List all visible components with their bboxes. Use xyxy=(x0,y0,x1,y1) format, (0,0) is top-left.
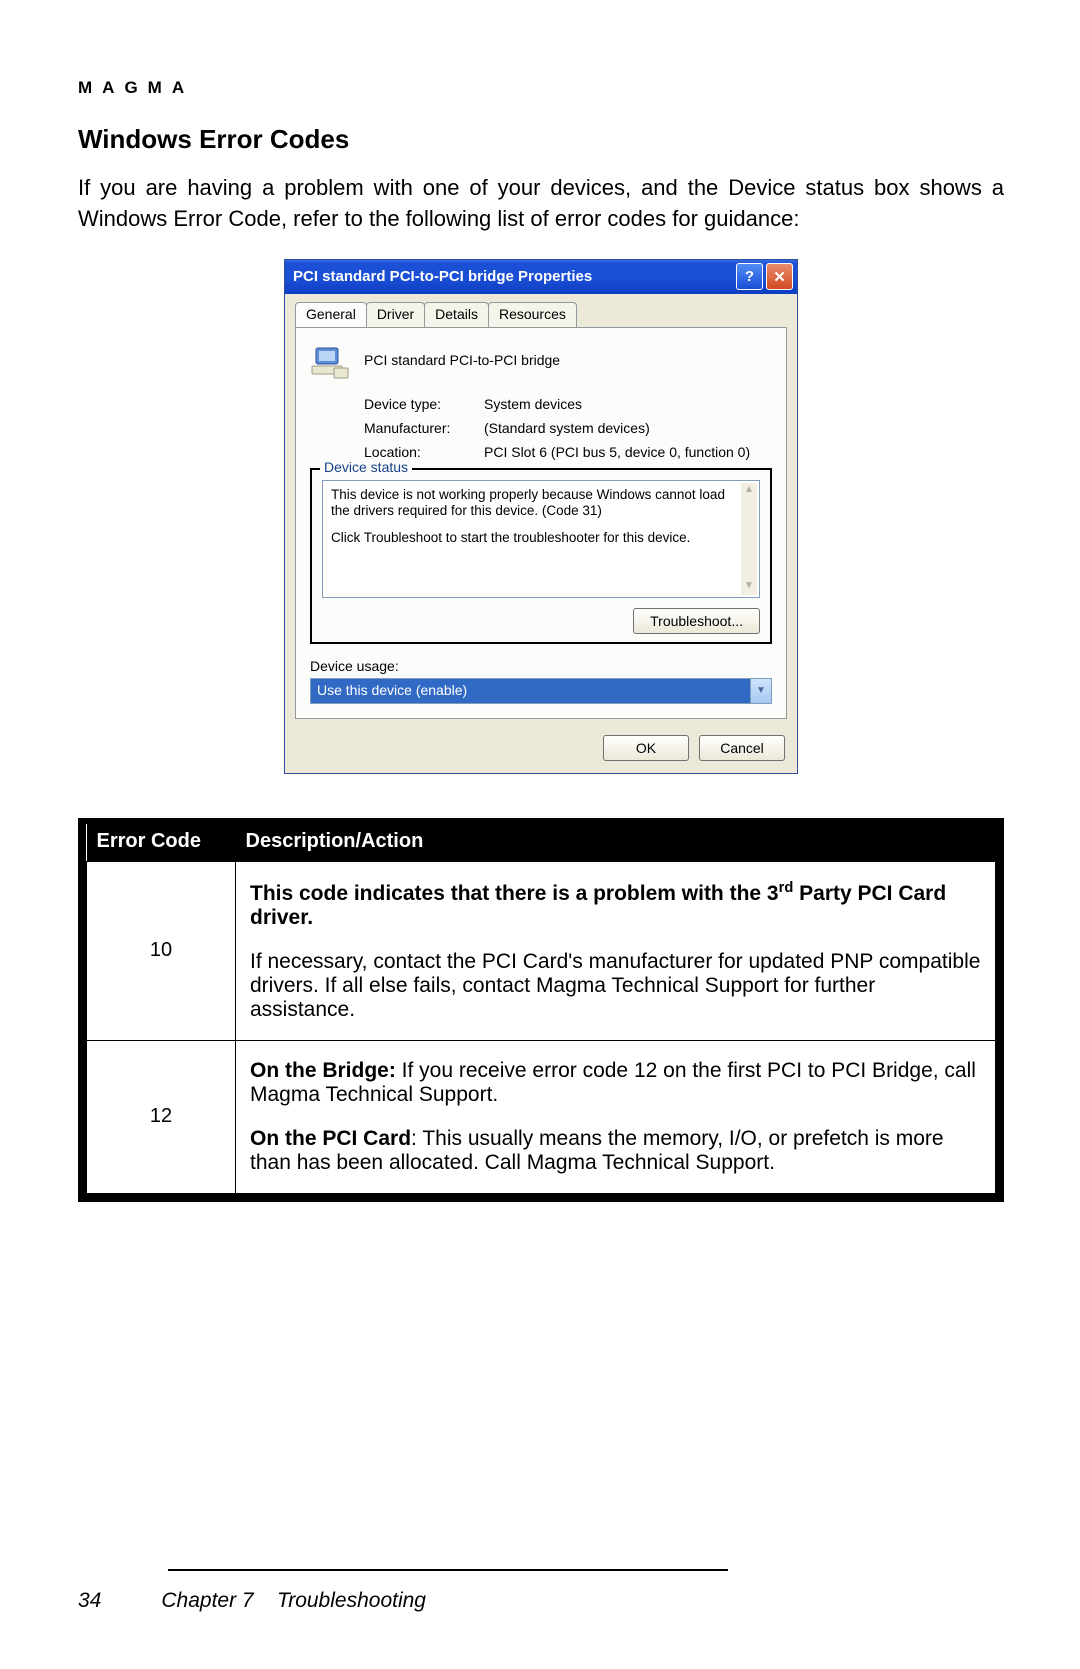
col-error-code: Error Code xyxy=(87,824,236,862)
status-line-1: This device is not working properly beca… xyxy=(331,487,739,521)
row1-bold-a: This code indicates that there is a prob… xyxy=(250,882,779,905)
row1-body: If necessary, contact the PCI Card's man… xyxy=(250,950,981,1022)
error-code-value: 10 xyxy=(87,861,236,1040)
help-button[interactable]: ? xyxy=(736,263,763,290)
table-row: 12 On the Bridge: If you receive error c… xyxy=(87,1040,996,1193)
device-status-label: Device status xyxy=(320,459,412,475)
error-description: This code indicates that there is a prob… xyxy=(236,861,996,1040)
properties-dialog: PCI standard PCI-to-PCI bridge Propertie… xyxy=(284,259,798,774)
dialog-title: PCI standard PCI-to-PCI bridge Propertie… xyxy=(293,268,733,285)
page-footer: 34 Chapter 7 Troubleshooting xyxy=(78,1569,1004,1613)
location-value: PCI Slot 6 (PCI bus 5, device 0, functio… xyxy=(484,444,772,460)
troubleshoot-button[interactable]: Troubleshoot... xyxy=(633,608,760,634)
tab-resources[interactable]: Resources xyxy=(488,302,577,327)
tab-details[interactable]: Details xyxy=(424,302,489,327)
page-number: 34 xyxy=(78,1589,101,1613)
device-usage-label: Device usage: xyxy=(310,658,772,674)
help-icon: ? xyxy=(745,268,754,285)
footer-chapter: Chapter 7 Troubleshooting xyxy=(161,1589,426,1613)
device-type-value: System devices xyxy=(484,396,772,412)
footer-rule xyxy=(168,1569,728,1571)
ok-button[interactable]: OK xyxy=(603,735,689,761)
tab-general[interactable]: General xyxy=(295,302,367,327)
row2-b2-label: On the PCI Card xyxy=(250,1127,411,1150)
device-usage-select[interactable]: Use this device (enable) ▼ xyxy=(310,678,772,704)
status-scrollbar[interactable]: ▲ ▼ xyxy=(741,483,757,595)
manufacturer-label: Manufacturer: xyxy=(364,420,484,436)
col-description: Description/Action xyxy=(236,824,996,862)
error-code-table: Error Code Description/Action 10 This co… xyxy=(78,818,1004,1202)
location-label: Location: xyxy=(364,444,484,460)
table-row: 10 This code indicates that there is a p… xyxy=(87,861,996,1040)
scroll-down-icon: ▼ xyxy=(741,579,757,595)
device-usage-value: Use this device (enable) xyxy=(311,679,750,703)
scroll-up-icon: ▲ xyxy=(741,483,757,499)
error-code-value: 12 xyxy=(87,1040,236,1193)
intro-paragraph: If you are having a problem with one of … xyxy=(78,173,1004,235)
tab-panel-general: PCI standard PCI-to-PCI bridge Device ty… xyxy=(295,327,787,719)
device-type-label: Device type: xyxy=(364,396,484,412)
dialog-titlebar: PCI standard PCI-to-PCI bridge Propertie… xyxy=(285,260,797,294)
device-icon xyxy=(310,340,350,380)
device-name: PCI standard PCI-to-PCI bridge xyxy=(364,352,560,368)
tabs-row: General Driver Details Resources xyxy=(285,294,797,327)
status-line-2: Click Troubleshoot to start the troubles… xyxy=(331,530,739,547)
error-description: On the Bridge: If you receive error code… xyxy=(236,1040,996,1193)
cancel-button[interactable]: Cancel xyxy=(699,735,785,761)
device-status-group: Device status This device is not working… xyxy=(310,468,772,644)
row1-sup: rd xyxy=(779,880,794,896)
manufacturer-value: (Standard system devices) xyxy=(484,420,772,436)
row2-b1-label: On the Bridge: xyxy=(250,1059,396,1082)
brand-header: MAGMA xyxy=(78,78,1004,98)
close-icon: ✕ xyxy=(773,268,786,286)
device-status-text: This device is not working properly beca… xyxy=(322,480,760,598)
tab-driver[interactable]: Driver xyxy=(366,302,425,327)
close-button[interactable]: ✕ xyxy=(766,263,793,290)
chevron-down-icon: ▼ xyxy=(750,679,771,703)
section-title: Windows Error Codes xyxy=(78,124,1004,155)
